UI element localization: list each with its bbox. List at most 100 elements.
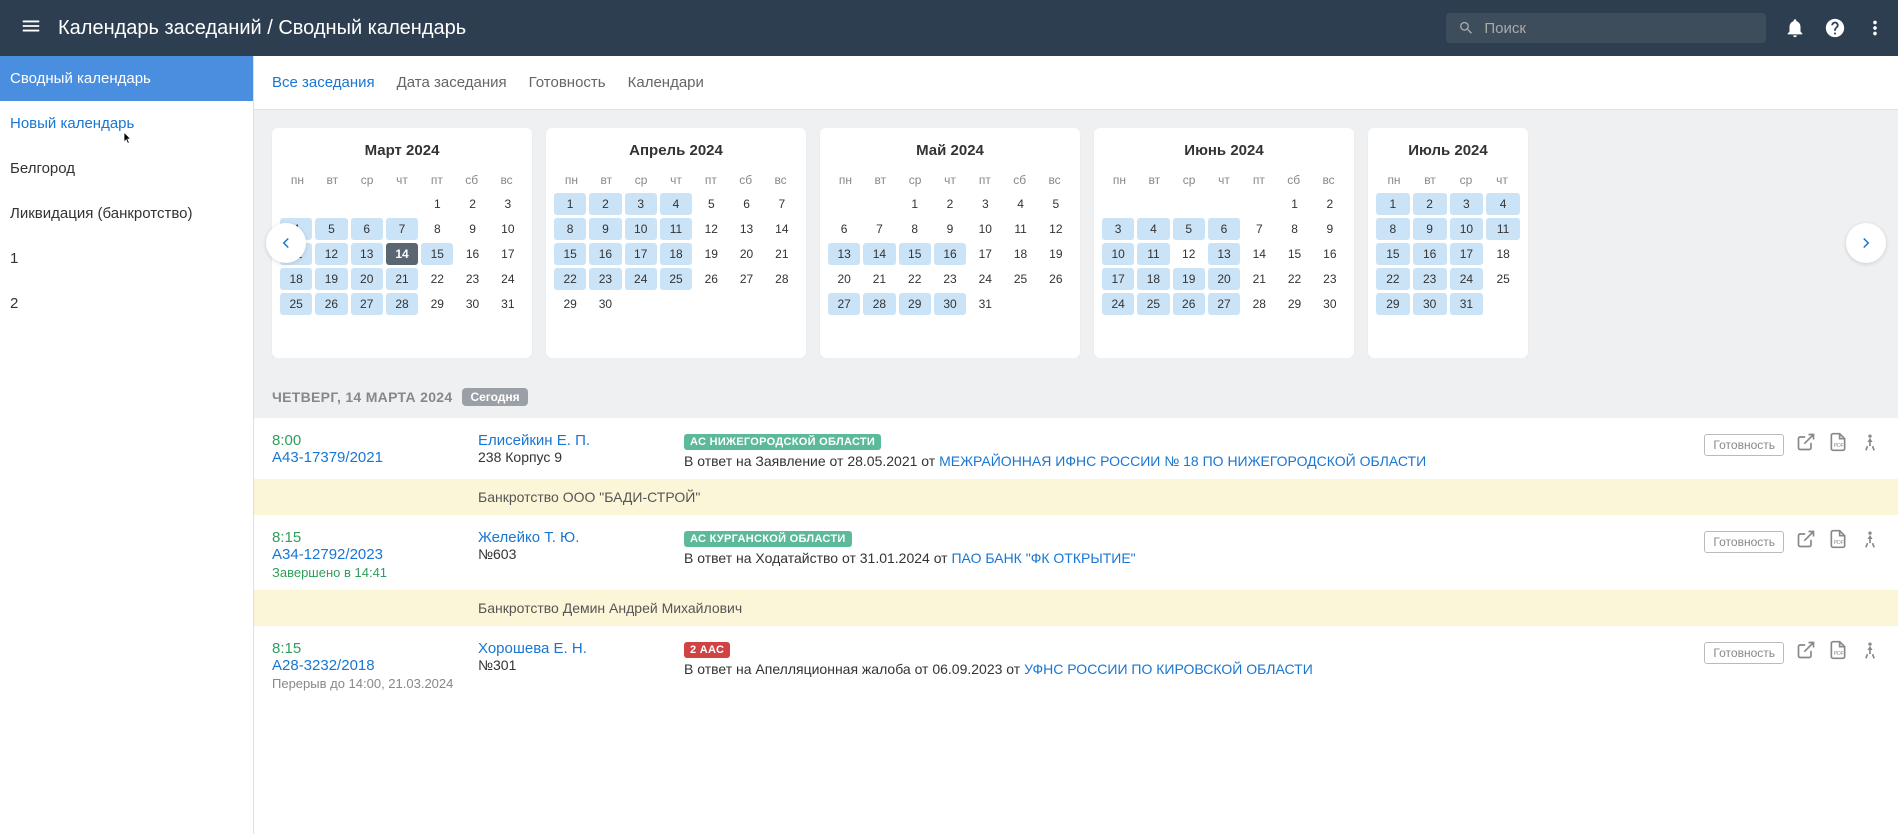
day-29[interactable]: 29 xyxy=(1278,293,1310,315)
day-8[interactable]: 8 xyxy=(554,218,586,240)
day-26[interactable]: 26 xyxy=(315,293,347,315)
day-5[interactable]: 5 xyxy=(1173,218,1205,240)
day-26[interactable]: 26 xyxy=(1040,268,1072,290)
day-19[interactable]: 19 xyxy=(1173,268,1205,290)
day-12[interactable]: 12 xyxy=(315,243,347,265)
open-external-icon[interactable] xyxy=(1796,529,1816,554)
day-9[interactable]: 9 xyxy=(1413,218,1447,240)
day-8[interactable]: 8 xyxy=(899,218,931,240)
case-number[interactable]: А28-3232/2018 xyxy=(272,657,472,674)
day-30[interactable]: 30 xyxy=(1413,293,1447,315)
day-8[interactable]: 8 xyxy=(1278,218,1310,240)
pdf-icon[interactable]: PDF xyxy=(1828,432,1848,457)
day-10[interactable]: 10 xyxy=(492,218,524,240)
scroll-left-button[interactable] xyxy=(266,223,306,263)
day-1[interactable]: 1 xyxy=(1376,193,1410,215)
menu-icon[interactable] xyxy=(12,7,50,50)
day-28[interactable]: 28 xyxy=(863,293,895,315)
sidebar-item-3[interactable]: Ликвидация (банкротство) xyxy=(0,191,253,236)
day-25[interactable]: 25 xyxy=(1004,268,1036,290)
day-31[interactable]: 31 xyxy=(969,293,1001,315)
search-input[interactable] xyxy=(1484,20,1754,37)
day-15[interactable]: 15 xyxy=(421,243,453,265)
day-18[interactable]: 18 xyxy=(660,243,692,265)
day-11[interactable]: 11 xyxy=(660,218,692,240)
day-19[interactable]: 19 xyxy=(315,268,347,290)
day-31[interactable]: 31 xyxy=(1450,293,1484,315)
day-25[interactable]: 25 xyxy=(280,293,312,315)
day-29[interactable]: 29 xyxy=(1376,293,1410,315)
day-22[interactable]: 22 xyxy=(1278,268,1310,290)
day-14[interactable]: 14 xyxy=(863,243,895,265)
day-21[interactable]: 21 xyxy=(863,268,895,290)
day-17[interactable]: 17 xyxy=(969,243,1001,265)
day-12[interactable]: 12 xyxy=(695,218,727,240)
day-19[interactable]: 19 xyxy=(1040,243,1072,265)
day-17[interactable]: 17 xyxy=(1102,268,1134,290)
open-external-icon[interactable] xyxy=(1796,432,1816,457)
case-number[interactable]: А34-12792/2023 xyxy=(272,546,472,563)
person-icon[interactable] xyxy=(1860,640,1880,665)
day-27[interactable]: 27 xyxy=(828,293,860,315)
day-7[interactable]: 7 xyxy=(386,218,418,240)
day-4[interactable]: 4 xyxy=(1004,193,1036,215)
day-7[interactable]: 7 xyxy=(766,193,798,215)
day-6[interactable]: 6 xyxy=(828,218,860,240)
day-16[interactable]: 16 xyxy=(934,243,966,265)
day-20[interactable]: 20 xyxy=(730,243,762,265)
ready-button[interactable]: Готовность xyxy=(1704,531,1784,553)
day-23[interactable]: 23 xyxy=(1314,268,1346,290)
day-14[interactable]: 14 xyxy=(386,243,418,265)
day-6[interactable]: 6 xyxy=(730,193,762,215)
day-25[interactable]: 25 xyxy=(1486,268,1520,290)
day-31[interactable]: 31 xyxy=(492,293,524,315)
day-1[interactable]: 1 xyxy=(554,193,586,215)
day-26[interactable]: 26 xyxy=(695,268,727,290)
open-external-icon[interactable] xyxy=(1796,640,1816,665)
day-13[interactable]: 13 xyxy=(730,218,762,240)
day-6[interactable]: 6 xyxy=(351,218,383,240)
judge-name[interactable]: Хорошева Е. Н. xyxy=(478,640,678,657)
day-16[interactable]: 16 xyxy=(589,243,621,265)
day-3[interactable]: 3 xyxy=(625,193,657,215)
day-14[interactable]: 14 xyxy=(766,218,798,240)
day-23[interactable]: 23 xyxy=(1413,268,1447,290)
sidebar-item-4[interactable]: 1 xyxy=(0,236,253,281)
day-15[interactable]: 15 xyxy=(554,243,586,265)
day-4[interactable]: 4 xyxy=(1486,193,1520,215)
day-9[interactable]: 9 xyxy=(589,218,621,240)
day-7[interactable]: 7 xyxy=(863,218,895,240)
day-10[interactable]: 10 xyxy=(625,218,657,240)
search-box[interactable] xyxy=(1446,13,1766,43)
day-22[interactable]: 22 xyxy=(421,268,453,290)
day-17[interactable]: 17 xyxy=(1450,243,1484,265)
scroll-right-button[interactable] xyxy=(1846,223,1886,263)
day-2[interactable]: 2 xyxy=(1314,193,1346,215)
day-5[interactable]: 5 xyxy=(695,193,727,215)
day-23[interactable]: 23 xyxy=(456,268,488,290)
day-24[interactable]: 24 xyxy=(1450,268,1484,290)
person-icon[interactable] xyxy=(1860,529,1880,554)
party-link[interactable]: МЕЖРАЙОННАЯ ИФНС РОССИИ № 18 ПО НИЖЕГОРО… xyxy=(939,453,1426,469)
day-2[interactable]: 2 xyxy=(934,193,966,215)
bell-icon[interactable] xyxy=(1784,17,1806,39)
day-22[interactable]: 22 xyxy=(1376,268,1410,290)
tab-2[interactable]: Готовность xyxy=(529,56,606,109)
day-3[interactable]: 3 xyxy=(969,193,1001,215)
day-13[interactable]: 13 xyxy=(351,243,383,265)
day-27[interactable]: 27 xyxy=(1208,293,1240,315)
day-1[interactable]: 1 xyxy=(421,193,453,215)
day-25[interactable]: 25 xyxy=(660,268,692,290)
ready-button[interactable]: Готовность xyxy=(1704,434,1784,456)
day-1[interactable]: 1 xyxy=(899,193,931,215)
day-11[interactable]: 11 xyxy=(1137,243,1169,265)
pdf-icon[interactable]: PDF xyxy=(1828,529,1848,554)
day-28[interactable]: 28 xyxy=(1243,293,1275,315)
sidebar-item-1[interactable]: Новый календарь xyxy=(0,101,253,146)
person-icon[interactable] xyxy=(1860,432,1880,457)
day-28[interactable]: 28 xyxy=(766,268,798,290)
day-19[interactable]: 19 xyxy=(695,243,727,265)
party-link[interactable]: ПАО БАНК "ФК ОТКРЫТИЕ" xyxy=(951,550,1135,566)
day-17[interactable]: 17 xyxy=(625,243,657,265)
day-11[interactable]: 11 xyxy=(1004,218,1036,240)
